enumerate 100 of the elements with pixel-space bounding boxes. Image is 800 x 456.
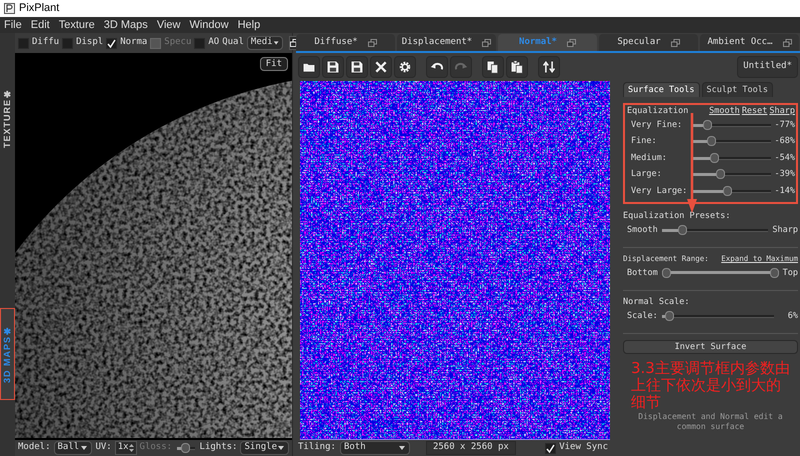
map-tab[interactable]: Displacement*: [397, 34, 496, 51]
map-tab[interactable]: Diffuse*: [296, 34, 395, 51]
menu-item[interactable]: View: [156, 16, 180, 34]
slider-thumb[interactable]: [706, 136, 716, 146]
toolbar-button[interactable]: [298, 56, 320, 78]
checkbox-label: View Sync: [559, 441, 608, 454]
windows-icon: [782, 38, 792, 46]
toolbar-button[interactable]: [394, 56, 416, 78]
slider-label: Sharp: [772, 224, 798, 238]
section-title: Equalization Presets:: [623, 210, 732, 222]
fit-button[interactable]: Fit: [260, 57, 288, 71]
footer-note: Displacement and Normal edit a common surface: [637, 412, 784, 432]
toolbar-button[interactable]: [370, 56, 392, 78]
map-tab[interactable]: Ambient Occ…: [700, 34, 799, 51]
image-size: 2560 x 2560 px: [426, 441, 516, 455]
tool-tab[interactable]: Sculpt Tools: [702, 82, 773, 97]
slider-value: -39%: [774, 168, 795, 182]
menu-item[interactable]: Edit: [30, 16, 50, 34]
lights-label: Lights:: [200, 441, 238, 454]
checkbox-label: Norma: [120, 36, 148, 50]
slider-thumb[interactable]: [181, 442, 190, 452]
checkbox-label: Specu: [164, 36, 192, 50]
toolbar-button[interactable]: [346, 56, 368, 78]
invert-surface-button[interactable]: Invert Surface: [623, 340, 798, 354]
slider-thumb[interactable]: [770, 268, 779, 278]
model-label: Model:: [18, 441, 51, 454]
checkbox-label: AO: [208, 36, 220, 50]
slider-label: Very Fine:: [631, 118, 684, 132]
window-title: PixPlant: [19, 1, 60, 16]
slider-thumb[interactable]: [723, 186, 732, 196]
dropdown[interactable]: Ball: [54, 441, 92, 455]
windows-icon: [482, 38, 492, 46]
uv-spinbox[interactable]: 1x: [114, 441, 137, 455]
caret-icon: [277, 445, 285, 451]
range-slider[interactable]: [662, 268, 779, 278]
menu-item[interactable]: Texture: [58, 16, 95, 34]
toolbar-button[interactable]: [322, 56, 344, 78]
annotation-text: 3.3主要调节框内参数由上往下依次是小到大的细节: [630, 360, 791, 412]
menu-item[interactable]: Window: [189, 16, 229, 34]
slider-thumb[interactable]: [662, 268, 671, 278]
document-button[interactable]: Untitled*: [737, 56, 798, 78]
caret-icon: [398, 445, 406, 451]
menu-item[interactable]: File: [4, 16, 22, 34]
slider-label: Smooth: [627, 224, 658, 238]
windows-icon: [670, 38, 680, 46]
copy-icon: [486, 60, 500, 74]
slider-value: -54%: [774, 152, 795, 165]
dropdown[interactable]: Single: [240, 441, 289, 455]
section-title: Equalization: [627, 104, 688, 118]
toolbar-button[interactable]: [426, 56, 448, 78]
dropdown[interactable]: Medi: [246, 36, 283, 50]
caret-icon: [80, 445, 88, 451]
map-tab[interactable]: Specular: [599, 34, 698, 51]
slider-label: Fine:: [631, 135, 658, 148]
slider-thumb[interactable]: [710, 152, 720, 163]
tiling-label: Tiling:: [298, 441, 336, 454]
slider-thumb[interactable]: [716, 169, 725, 180]
checkbox[interactable]: [194, 38, 206, 48]
checkbox-label: Displ: [76, 36, 104, 50]
toolbar-button[interactable]: [538, 56, 560, 78]
slider-label: Bottom: [627, 266, 658, 280]
slider-value: -77%: [774, 118, 795, 132]
toolbar-button[interactable]: [506, 56, 528, 78]
slider-thumb[interactable]: [702, 120, 712, 130]
tool-tab[interactable]: Surface Tools: [623, 82, 700, 97]
slider-label: Medium:: [631, 152, 668, 165]
slider-label: Scale:: [627, 310, 658, 324]
slider-value: 6%: [786, 310, 798, 324]
close-icon: [374, 60, 388, 74]
slider-value: -68%: [774, 135, 795, 148]
save-as-icon: [350, 60, 364, 74]
toolbar-button[interactable]: [482, 56, 504, 78]
link[interactable]: Sharp: [769, 104, 795, 118]
gloss-label: Gloss:: [140, 441, 172, 454]
windows-icon: [566, 38, 576, 46]
slider-label: Top: [782, 266, 798, 280]
link[interactable]: Smooth: [709, 104, 740, 118]
windows-icon: [368, 38, 377, 46]
save-icon: [326, 60, 340, 74]
app-icon: [4, 3, 15, 14]
check-icon: [546, 444, 556, 452]
menu-item[interactable]: Help: [238, 16, 260, 34]
dropdown[interactable]: Both: [340, 441, 410, 455]
checkbox[interactable]: [18, 38, 29, 48]
checkbox[interactable]: [62, 38, 74, 48]
swap-arrows-icon: [542, 60, 556, 74]
menu-item[interactable]: 3D Maps: [104, 16, 148, 34]
sphere-preview[interactable]: Fit: [15, 53, 292, 440]
checkbox[interactable]: [545, 442, 556, 454]
paste-icon: [510, 60, 524, 74]
checkbox[interactable]: [106, 38, 118, 48]
caret-icon: [272, 40, 279, 46]
slider-thumb[interactable]: [678, 225, 688, 236]
link[interactable]: Reset: [742, 104, 768, 118]
check-icon: [107, 38, 116, 48]
checkbox-label: Diffu: [32, 36, 60, 50]
slider-value: -14%: [774, 184, 795, 198]
quality-label: Qual: [222, 36, 244, 50]
uv-label: UV:: [95, 441, 112, 454]
slider-thumb[interactable]: [664, 311, 674, 322]
